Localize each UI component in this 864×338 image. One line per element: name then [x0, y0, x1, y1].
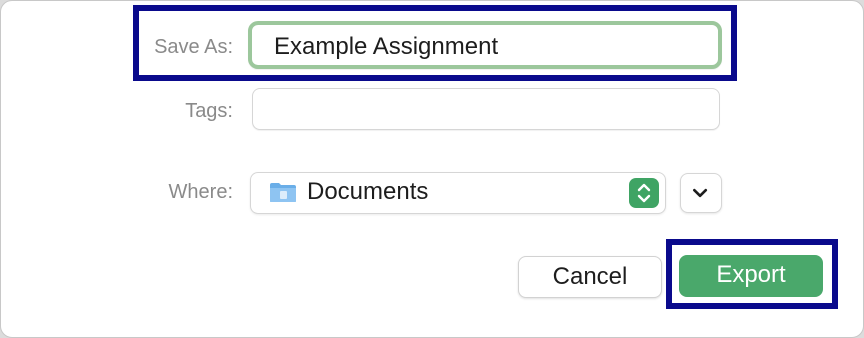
tags-label: Tags: — [185, 100, 233, 122]
up-down-chevron-icon[interactable] — [629, 178, 659, 208]
export-dialog: Save As: Example Assignment Tags: Where:… — [0, 0, 864, 338]
where-location-popup[interactable]: Documents — [250, 172, 666, 214]
chevron-down-icon — [693, 188, 708, 198]
expand-dialog-button[interactable] — [680, 173, 722, 213]
folder-icon — [270, 183, 296, 202]
where-label: Where: — [168, 181, 233, 203]
save-as-field[interactable]: Example Assignment — [248, 21, 722, 69]
save-as-value: Example Assignment — [274, 33, 499, 60]
cancel-button[interactable]: Cancel — [518, 256, 662, 298]
tags-field[interactable] — [252, 88, 720, 130]
where-location-label: Documents — [307, 178, 429, 205]
export-button[interactable]: Export — [679, 255, 823, 297]
save-as-label: Save As: — [154, 36, 233, 58]
